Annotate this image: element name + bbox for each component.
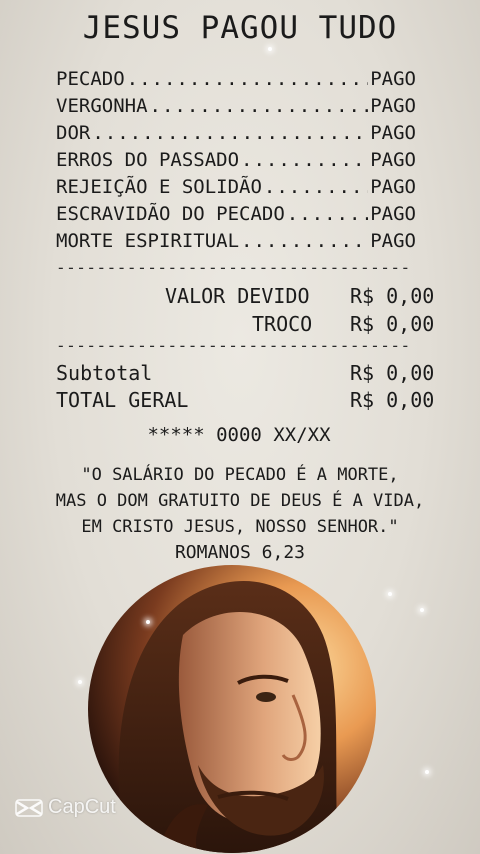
item-label: ERROS DO PASSADO [56,149,240,171]
dashed-divider [56,336,408,355]
receipt-items: PECADO PAGO VERGONHA PAGO DOR PAGO ERROS… [56,66,416,255]
item-label: ESCRAVIDÃO DO PECADO [56,203,285,225]
receipt-item: MORTE ESPIRITUAL PAGO [56,228,416,255]
dot-leader [262,174,368,201]
total-value: R$ 0,00 [350,388,435,412]
receipt-title: JESUS PAGOU TUDO [82,10,398,46]
item-label: PECADO [56,68,125,90]
dot-leader [239,147,368,174]
sparkle [388,592,392,596]
item-status: PAGO [370,149,416,171]
sparkle [425,770,429,774]
troco-label: TROCO [252,312,313,336]
receipt-item: ERROS DO PASSADO PAGO [56,147,416,174]
watermark-text: CapCut [48,796,116,818]
total-label: TOTAL GERAL [56,388,189,412]
sparkle [78,680,82,684]
receipt-item: PECADO PAGO [56,66,416,93]
dot-leader [285,201,368,228]
dot-leader [148,93,369,120]
item-label: REJEIÇÃO E SOLIDÃO [56,176,262,198]
verse-line-3: EM CRISTO JESUS, NOSSO SENHOR." [81,517,399,537]
capcut-watermark: CapCut [14,796,116,819]
item-label: DOR [56,122,91,144]
item-status: PAGO [370,176,416,198]
valor-devido-value: R$ 0,00 [350,284,435,308]
dot-leader [125,66,369,93]
item-status: PAGO [370,68,416,90]
jesus-portrait [88,565,376,853]
sparkle [420,608,424,612]
receipt-item: DOR PAGO [56,120,416,147]
item-status: PAGO [370,122,416,144]
valor-devido-label: VALOR DEVIDO [165,284,310,308]
dot-leader [90,120,368,147]
troco-value: R$ 0,00 [350,312,435,336]
verse-line-2: MAS O DOM GRATUITO DE DEUS É A VIDA, [55,491,425,511]
sparkle [146,620,150,624]
receipt-item: VERGONHA PAGO [56,93,416,120]
subtotal-label: Subtotal [56,361,153,385]
item-status: PAGO [370,95,416,117]
item-label: MORTE ESPIRITUAL [56,230,240,252]
capcut-logo-icon [15,798,43,817]
verse-reference: ROMANOS 6,23 [174,542,306,563]
item-status: PAGO [370,230,416,252]
card-number: ***** 0000 XX/XX [147,424,331,446]
dot-leader [239,228,368,255]
item-label: VERGONHA [56,95,148,117]
subtotal-value: R$ 0,00 [350,361,435,385]
portrait-illustration [88,565,376,853]
receipt-item: ESCRAVIDÃO DO PECADO PAGO [56,201,416,228]
verse-line-1: "O SALÁRIO DO PECADO É A MORTE, [81,465,399,485]
item-status: PAGO [370,203,416,225]
receipt-item: REJEIÇÃO E SOLIDÃO PAGO [56,174,416,201]
sparkle [268,47,272,51]
dashed-divider [56,258,408,277]
